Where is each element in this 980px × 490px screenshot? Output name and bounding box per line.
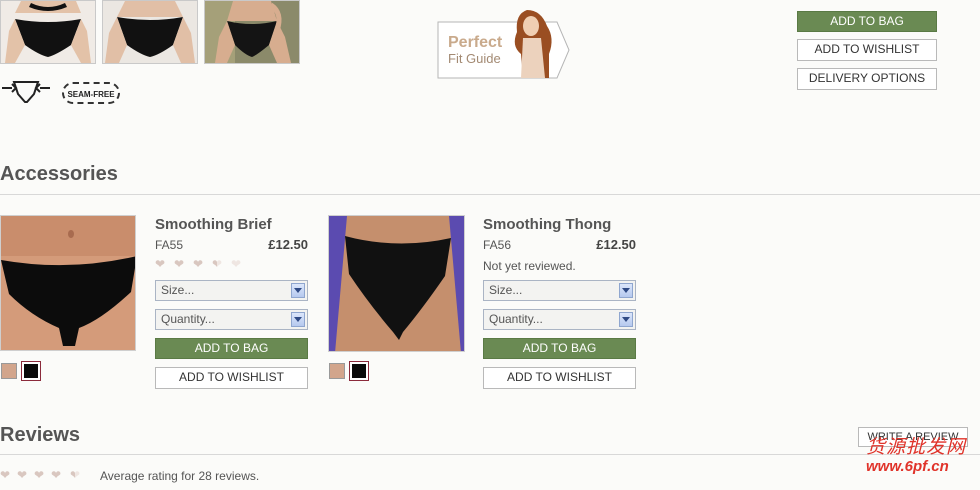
half-heart-icon: ❤ [212, 257, 223, 271]
add-to-bag-button[interactable]: ADD TO BAG [797, 11, 937, 32]
fit-guide-title: Perfect [448, 34, 503, 51]
section-divider [0, 454, 980, 455]
product-image-smoothing-brief[interactable] [0, 215, 136, 351]
color-swatch-nude[interactable] [329, 363, 345, 379]
color-swatch-black[interactable] [21, 361, 41, 381]
chevron-down-icon[interactable] [291, 312, 305, 327]
color-swatch-black[interactable] [349, 361, 369, 381]
watermark-title: 货源批发网 [866, 437, 967, 458]
heart-icon: ❤ [155, 257, 166, 271]
heart-icon: ❤ [231, 257, 242, 271]
heart-icon: ❤ [17, 468, 28, 482]
heart-icon: ❤ [0, 468, 11, 482]
chevron-down-icon[interactable] [291, 283, 305, 298]
color-swatch-nude[interactable] [1, 363, 17, 379]
seam-free-badge: SEAM-FREE [62, 82, 120, 104]
product-photo [205, 1, 299, 63]
shape-brief-icon [0, 78, 52, 106]
quantity-select-value: Quantity... [489, 312, 543, 326]
heart-icon: ❤ [193, 257, 204, 271]
average-rating-text: Average rating for 28 reviews. [100, 469, 260, 483]
reviews-heading: Reviews [0, 424, 81, 446]
product-title[interactable]: Smoothing Brief [155, 216, 272, 233]
half-heart-icon: ❤ [70, 468, 81, 482]
size-select[interactable]: Size... [155, 280, 308, 301]
product-photo [103, 1, 197, 63]
product-thumbnail-1[interactable] [0, 0, 96, 64]
fit-guide-link[interactable]: Perfect Fit Guide [437, 8, 571, 80]
add-to-wishlist-button[interactable]: ADD TO WISHLIST [483, 367, 636, 389]
section-divider [0, 194, 980, 195]
watermark: 货源批发网 www.6pf.cn [862, 432, 980, 486]
quantity-select-value: Quantity... [161, 312, 215, 326]
accessories-heading: Accessories [0, 163, 118, 185]
size-select[interactable]: Size... [483, 280, 636, 301]
product-price: £12.50 [268, 237, 308, 252]
add-to-bag-button[interactable]: ADD TO BAG [155, 338, 308, 359]
heart-icon: ❤ [34, 468, 45, 482]
seam-free-label: SEAM-FREE [67, 90, 115, 99]
rating-hearts: ❤ ❤ ❤ ❤ ❤ [155, 258, 255, 272]
product-image-smoothing-thong[interactable] [328, 215, 465, 352]
fit-guide-subtitle: Fit Guide [448, 51, 501, 66]
size-select-value: Size... [489, 283, 523, 297]
product-title[interactable]: Smoothing Thong [483, 216, 611, 233]
quantity-select[interactable]: Quantity... [483, 309, 636, 330]
product-thumbnail-2[interactable] [102, 0, 198, 64]
product-thumbnail-3[interactable] [204, 0, 300, 64]
size-select-value: Size... [161, 283, 195, 297]
product-code: FA56 [483, 238, 512, 252]
product-price: £12.50 [596, 237, 636, 252]
heart-icon: ❤ [51, 468, 62, 482]
quantity-select[interactable]: Quantity... [155, 309, 308, 330]
add-to-bag-button[interactable]: ADD TO BAG [483, 338, 636, 359]
product-code: FA55 [155, 238, 184, 252]
add-to-wishlist-button[interactable]: ADD TO WISHLIST [797, 39, 937, 61]
watermark-url: www.6pf.cn [866, 458, 949, 475]
delivery-options-button[interactable]: DELIVERY OPTIONS [797, 68, 937, 90]
review-status: Not yet reviewed. [483, 259, 576, 273]
chevron-down-icon[interactable] [619, 312, 633, 327]
chevron-down-icon[interactable] [619, 283, 633, 298]
heart-icon: ❤ [174, 257, 185, 271]
product-photo [1, 1, 95, 63]
add-to-wishlist-button[interactable]: ADD TO WISHLIST [155, 367, 308, 389]
average-rating-hearts: ❤ ❤ ❤ ❤ ❤ [0, 469, 95, 483]
